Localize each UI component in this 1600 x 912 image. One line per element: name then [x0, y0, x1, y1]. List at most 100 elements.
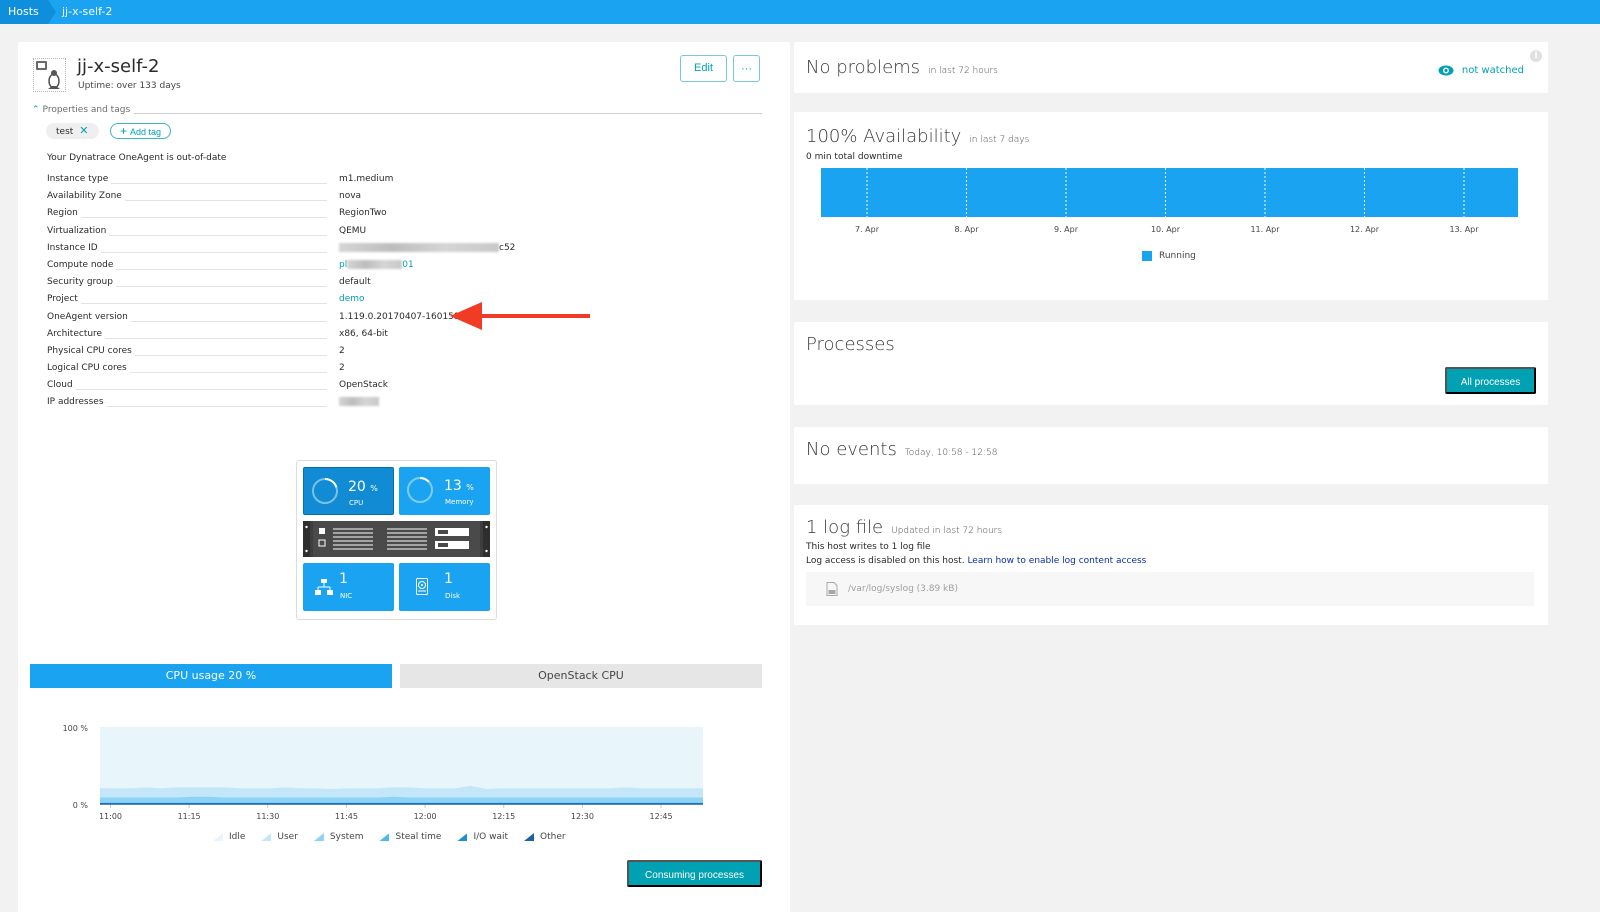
property-value: 2 — [339, 346, 345, 356]
property-value: OpenStack — [339, 380, 388, 390]
log-file-icon — [826, 582, 838, 596]
legend-item[interactable]: Steal time — [379, 832, 441, 842]
disk-tile[interactable]: 1 Disk — [399, 563, 490, 611]
redacted-value — [339, 243, 499, 252]
log-files-card: 1 log fileUpdated in last 72 hours This … — [794, 505, 1548, 625]
linux-host-icon — [33, 58, 66, 92]
property-value: QEMU — [339, 226, 366, 236]
property-row: Physical CPU cores2 — [47, 344, 567, 361]
tab-openstack-cpu[interactable]: OpenStack CPU — [400, 664, 762, 688]
nic-tile[interactable]: 1 NIC — [303, 563, 394, 611]
legend-item[interactable]: User — [261, 832, 298, 842]
legend-swatch-icon — [261, 833, 271, 841]
eye-icon — [1438, 65, 1454, 76]
log-file-row[interactable]: /var/log/syslog (3.89 kB) — [806, 572, 1534, 606]
memory-label: Memory — [445, 498, 473, 506]
property-row: Availability Zonenova — [47, 189, 567, 206]
property-key: Logical CPU cores — [47, 363, 130, 373]
add-tag-label: Add tag — [130, 127, 161, 137]
watch-toggle[interactable]: not watched — [1438, 65, 1524, 76]
property-value: x86, 64-bit — [339, 329, 388, 339]
legend-item[interactable]: I/O wait — [457, 832, 508, 842]
cpu-label: CPU — [349, 499, 363, 507]
property-key: Region — [47, 208, 81, 218]
legend-label: User — [277, 832, 298, 842]
infrastructure-widget: 20 % CPU 13 % Memory — [296, 460, 497, 620]
tab-cpu-usage[interactable]: CPU usage 20 % — [30, 664, 392, 688]
property-value: RegionTwo — [339, 208, 387, 218]
legend-swatch-icon — [524, 833, 534, 841]
x-tick-label: 12:30 — [571, 812, 594, 821]
watch-label: not watched — [1462, 65, 1524, 76]
enable-log-access-link[interactable]: Learn how to enable log content access — [967, 556, 1146, 566]
property-value[interactable]: demo — [339, 294, 365, 304]
host-name: jj-x-self-2 — [77, 56, 159, 77]
property-key: OneAgent version — [47, 312, 131, 322]
nic-label: NIC — [340, 592, 352, 600]
property-key: Architecture — [47, 329, 105, 339]
day-tick-label: 12. Apr — [1350, 225, 1380, 234]
property-row: Instance typem1.medium — [47, 172, 567, 189]
tag-chip: test✕ — [46, 123, 99, 139]
consuming-processes-button[interactable]: Consuming processes — [627, 860, 762, 887]
day-tick-label: 13. Apr — [1449, 225, 1479, 234]
problems-subtitle: in last 72 hours — [928, 66, 998, 76]
legend-item[interactable]: Other — [524, 832, 566, 842]
chart-legend: Idle User System Steal time I/O wait Other — [213, 832, 566, 842]
disk-count: 1 — [444, 571, 453, 587]
events-subtitle: Today, 10:58 - 12:58 — [905, 448, 998, 458]
property-row: Instance ID c52 — [47, 241, 567, 258]
y-tick-label: 100 % — [63, 724, 89, 733]
property-key: Availability Zone — [47, 191, 125, 201]
plus-icon: + — [120, 124, 127, 138]
property-row: Virtualization QEMU — [47, 224, 567, 241]
all-processes-button[interactable]: All processes — [1445, 367, 1536, 394]
legend-item[interactable]: System — [314, 832, 364, 842]
add-tag-button[interactable]: +Add tag — [110, 123, 171, 139]
property-key: Virtualization — [47, 226, 109, 236]
memory-unit: % — [466, 483, 474, 492]
redacted-value — [347, 260, 402, 269]
legend-swatch-icon — [457, 833, 467, 841]
edit-button[interactable]: Edit — [680, 55, 727, 82]
breadcrumb-current-host: jj-x-self-2 — [62, 0, 112, 24]
availability-title-row: 100% Availabilityin last 7 days — [806, 126, 1029, 147]
property-key: Cloud — [47, 380, 76, 390]
problems-title-row: No problemsin last 72 hours — [806, 57, 998, 78]
property-row: IP addresses — [47, 395, 567, 412]
x-tick-label: 12:15 — [492, 812, 515, 821]
breadcrumb-hosts[interactable]: Hosts — [0, 0, 48, 24]
property-value: default — [339, 277, 371, 287]
log-file-name: /var/log/syslog (3.89 kB) — [848, 584, 958, 594]
property-value[interactable]: pl01 — [339, 260, 414, 270]
processes-card: Processes All processes — [794, 322, 1548, 405]
availability-legend: Running — [1142, 251, 1196, 261]
cpu-gauge-arc — [312, 478, 338, 504]
memory-value: 13 — [444, 478, 462, 494]
availability-card: 100% Availabilityin last 7 days 0 min to… — [794, 112, 1548, 300]
property-value: c52 — [339, 243, 515, 253]
dotted-leader — [47, 217, 327, 218]
more-options-button[interactable]: ··· — [733, 55, 760, 82]
property-key: Project — [47, 294, 81, 304]
properties-toggle[interactable]: ⌃Properties and tags — [32, 105, 130, 115]
property-row: Security group default — [47, 275, 567, 292]
legend-label: Steal time — [395, 832, 441, 842]
legend-item[interactable]: Idle — [213, 832, 245, 842]
divider — [134, 113, 762, 114]
properties-toggle-label: Properties and tags — [43, 105, 131, 115]
property-key: Security group — [47, 277, 116, 287]
cpu-value: 20 — [348, 479, 366, 495]
dotted-leader — [47, 303, 327, 304]
remove-tag-icon[interactable]: ✕ — [79, 124, 88, 137]
legend-label: Idle — [229, 832, 245, 842]
dotted-leader — [47, 389, 327, 390]
info-icon[interactable]: i — [1530, 50, 1542, 62]
oneagent-outdated-notice: Your Dynatrace OneAgent is out-of-date — [47, 153, 226, 163]
memory-tile[interactable]: 13 % Memory — [399, 467, 490, 515]
events-card: No eventsToday, 10:58 - 12:58 — [794, 427, 1548, 484]
property-value: 1.119.0.20170407-160159 — [339, 312, 460, 322]
cpu-tile[interactable]: 20 % CPU — [303, 467, 394, 515]
property-key: Instance ID — [47, 243, 101, 253]
cpu-usage-chart: 0 %100 %11:0011:1511:3011:4512:0012:1512… — [48, 717, 718, 832]
